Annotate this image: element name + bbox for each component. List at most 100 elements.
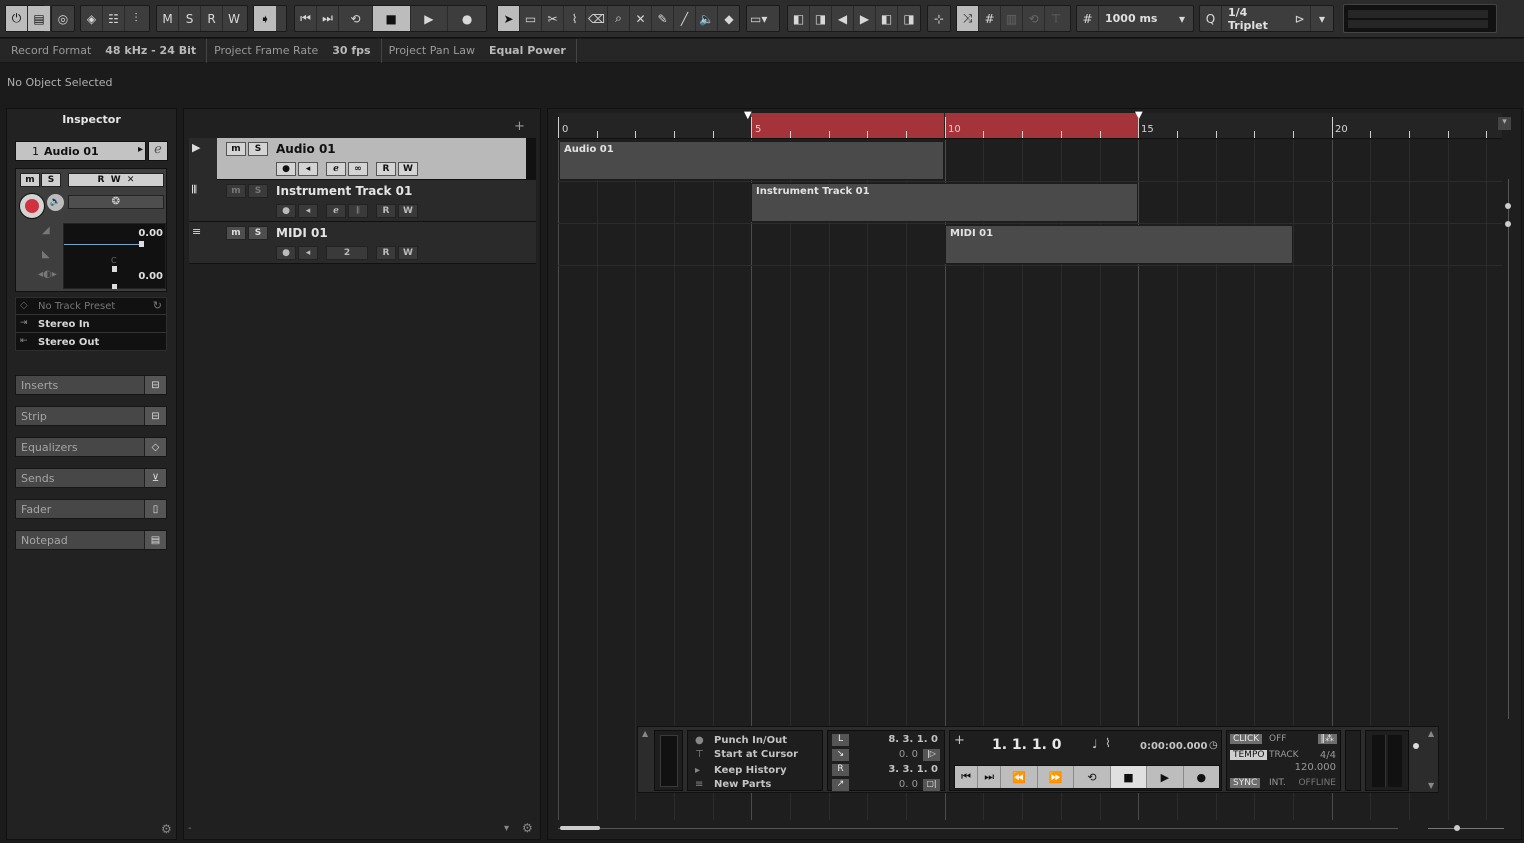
pan-law-label[interactable]: Project Pan Law bbox=[382, 39, 482, 63]
time-signature[interactable]: 4/4 bbox=[1320, 750, 1336, 761]
track-monitor-button[interactable]: ◂ bbox=[298, 204, 318, 218]
play-tool-icon[interactable]: 🔈 bbox=[696, 6, 718, 31]
track-mute-button[interactable]: m bbox=[226, 226, 246, 240]
input-routing-row[interactable]: ⇥ Stereo In bbox=[16, 316, 166, 333]
right-locator-button[interactable]: R bbox=[832, 764, 849, 776]
pan-value[interactable]: 0.00 bbox=[138, 271, 163, 282]
pan-law-value[interactable]: Equal Power bbox=[482, 38, 577, 63]
track-mute-button[interactable]: m bbox=[226, 184, 246, 198]
post-roll-icon[interactable]: ↗ bbox=[832, 779, 849, 791]
project-activate-icon[interactable]: ⏻ bbox=[6, 6, 28, 31]
sync-source[interactable]: INT. bbox=[1269, 778, 1286, 788]
record-icon[interactable]: ● bbox=[1184, 766, 1219, 788]
sync-status[interactable]: OFFLINE bbox=[1298, 778, 1336, 788]
track-write-button[interactable]: W bbox=[398, 246, 418, 260]
add-track-button[interactable]: + bbox=[514, 119, 525, 134]
move-right-icon[interactable]: ▶ bbox=[854, 6, 876, 31]
click-toggle[interactable]: CLICK bbox=[1230, 734, 1263, 744]
keep-history[interactable]: Keep History bbox=[714, 765, 787, 776]
track-name[interactable]: Instrument Track 01 bbox=[276, 184, 412, 198]
fast-forward-icon[interactable]: ⏩ bbox=[1038, 766, 1075, 788]
add-marker-icon[interactable]: + bbox=[954, 733, 965, 748]
track-preset-row[interactable]: ◇ No Track Preset ↻ bbox=[16, 298, 166, 315]
tempo-mode[interactable]: TRACK bbox=[1269, 750, 1299, 760]
quantize-apply-icon[interactable]: ⊳ bbox=[1289, 6, 1311, 31]
midi-channel-selector[interactable]: 2 bbox=[326, 246, 368, 260]
left-locator-value[interactable]: 8. 3. 1. 0 bbox=[888, 734, 938, 745]
media-bay-icon[interactable]: ◈ bbox=[81, 6, 103, 31]
secondary-time-display[interactable]: 0:00:00.000 bbox=[1140, 741, 1207, 752]
punch-in-out[interactable]: Punch In/Out bbox=[714, 735, 787, 746]
cycle-icon[interactable]: ⟲ bbox=[339, 6, 373, 31]
lane-instrument[interactable]: Instrument Track 01 bbox=[558, 182, 1502, 224]
trim-end-left-icon[interactable]: ◧ bbox=[876, 6, 898, 31]
inspector-section-fader[interactable]: Fader ▯ bbox=[15, 499, 167, 519]
trim-start-right-icon[interactable]: ◨ bbox=[810, 6, 832, 31]
track-mute-button[interactable]: m bbox=[226, 142, 246, 156]
track-monitor-button[interactable]: ◂ bbox=[298, 246, 318, 260]
track-name[interactable]: MIDI 01 bbox=[276, 226, 328, 240]
inspector-settings-gear-icon[interactable]: ⚙ bbox=[161, 822, 172, 836]
mixer-icon[interactable]: ⫶ bbox=[125, 6, 147, 31]
constrain-delay-icon[interactable]: ◎ bbox=[52, 6, 74, 31]
track-write-button[interactable]: W bbox=[398, 162, 418, 176]
inspector-solo-button[interactable]: S bbox=[41, 173, 61, 187]
go-to-start-icon[interactable]: ⏮ bbox=[955, 766, 979, 788]
tempo-value[interactable]: 120.000 bbox=[1295, 762, 1336, 773]
track-monitor-button[interactable]: ◂ bbox=[298, 162, 318, 176]
track-name[interactable]: Audio 01 bbox=[276, 142, 336, 156]
pre-roll-icon[interactable]: ↘ bbox=[832, 749, 849, 761]
object-select-tool-icon[interactable]: ➤ bbox=[498, 6, 520, 31]
inspector-monitor-button[interactable]: 🔈 bbox=[47, 194, 64, 211]
record-format-label[interactable]: Record Format bbox=[4, 39, 98, 63]
track-edit-button[interactable]: ℯ bbox=[326, 204, 346, 218]
trim-start-left-icon[interactable]: ◧ bbox=[788, 6, 810, 31]
inspector-section-sends[interactable]: Sends ⊻ bbox=[15, 468, 167, 488]
click-value[interactable]: OFF bbox=[1269, 734, 1286, 744]
event-instrument[interactable]: Instrument Track 01 bbox=[751, 183, 1138, 222]
track-instrument-button[interactable]: 𝄃 bbox=[348, 204, 368, 218]
performance-meter[interactable] bbox=[1343, 4, 1497, 33]
preset-reload-icon[interactable]: ↻ bbox=[153, 299, 162, 312]
inspector-track-name-bar[interactable]: 1 Audio 01 ▸ bbox=[15, 141, 146, 161]
snap-mode-icon[interactable]: ▥ bbox=[1001, 6, 1023, 31]
grid-value[interactable]: 1000 ms bbox=[1099, 12, 1163, 25]
record-format-value[interactable]: 48 kHz - 24 Bit bbox=[98, 38, 208, 63]
tracklist-zoom-minus[interactable]: - bbox=[188, 823, 192, 834]
pan-handle[interactable] bbox=[112, 266, 117, 272]
track-record-button[interactable]: ● bbox=[276, 162, 296, 176]
go-to-end-icon[interactable]: ⏭ bbox=[317, 6, 339, 31]
inspector-record-enable-button[interactable] bbox=[19, 193, 45, 219]
track-solo-button[interactable]: S bbox=[248, 184, 268, 198]
go-to-end-icon[interactable]: ⏭ bbox=[978, 766, 1002, 788]
erase-tool-icon[interactable]: ⌫ bbox=[586, 6, 608, 31]
event-audio[interactable]: Audio 01 bbox=[559, 141, 944, 180]
stop-icon[interactable]: ■ bbox=[372, 6, 411, 31]
cycle-icon[interactable]: ⟲ bbox=[1074, 766, 1111, 788]
range-select-tool-icon[interactable]: ▭ bbox=[520, 6, 542, 31]
trim-end-right-icon[interactable]: ◨ bbox=[898, 6, 920, 31]
snap-loop-icon[interactable]: ⟲ bbox=[1023, 6, 1045, 31]
inspector-automation-buttons[interactable]: R W ✕ bbox=[68, 173, 164, 187]
volume-value[interactable]: 0.00 bbox=[138, 228, 163, 239]
color-tool-icon[interactable]: ◆ bbox=[718, 6, 740, 31]
draw-tool-icon[interactable]: ✎ bbox=[652, 6, 674, 31]
track-edit-button[interactable]: ℯ bbox=[326, 162, 346, 176]
tempo-toggle[interactable]: TEMPO bbox=[1230, 750, 1268, 760]
move-left-icon[interactable]: ◀ bbox=[832, 6, 854, 31]
ruler[interactable]: 0 5 10 15 20 ▼ ▼ bbox=[558, 110, 1502, 139]
inspector-section-notepad[interactable]: Notepad ▤ bbox=[15, 530, 167, 550]
inspector-section-inserts[interactable]: Inserts ⊟ bbox=[15, 375, 167, 395]
primary-time-display[interactable]: 1. 1. 1. 0 bbox=[992, 737, 1062, 753]
snap-zero-crossing-icon[interactable]: ⊹ bbox=[928, 6, 950, 31]
track-read-button[interactable]: R bbox=[376, 246, 396, 260]
track-read-button[interactable]: R bbox=[376, 204, 396, 218]
tracklist-settings-gear-icon[interactable]: ⚙ bbox=[522, 821, 533, 835]
track-record-button[interactable]: ● bbox=[276, 204, 296, 218]
solo-all-button[interactable]: S bbox=[179, 6, 201, 31]
zoom-tool-icon[interactable]: ⌕ bbox=[608, 6, 630, 31]
snap-type-icon[interactable]: ⊤ bbox=[1045, 6, 1067, 31]
inspector-section-equalizers[interactable]: Equalizers ◇ bbox=[15, 437, 167, 457]
click-settings-icon[interactable]: ‖⁂ bbox=[1317, 734, 1337, 744]
auto-scroll-icon[interactable]: ➧ bbox=[254, 6, 276, 31]
